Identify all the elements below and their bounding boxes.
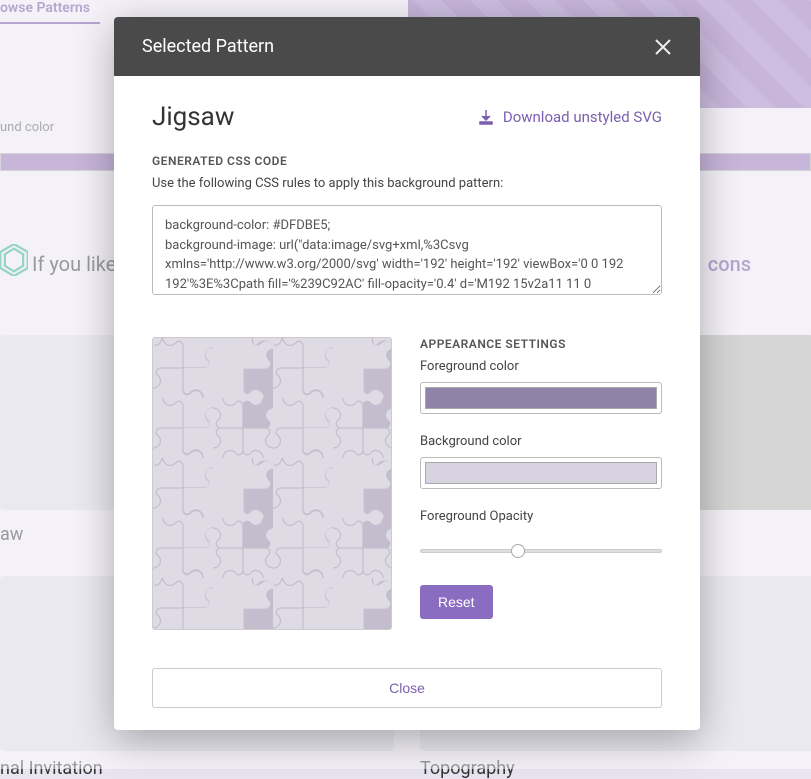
selected-pattern-modal: Selected Pattern Jigsaw Download unstyle… [114, 17, 700, 730]
bg-color-picker[interactable] [420, 457, 662, 489]
generated-css-label: GENERATED CSS CODE [152, 154, 662, 168]
bg-color-swatch [425, 462, 657, 484]
fg-color-picker[interactable] [420, 382, 662, 414]
close-button[interactable]: Close [152, 668, 662, 708]
opacity-slider[interactable] [420, 549, 662, 553]
appearance-label: APPEARANCE SETTINGS [420, 337, 662, 351]
css-code-textarea[interactable] [152, 205, 662, 295]
modal-title: Selected Pattern [142, 36, 274, 57]
fg-color-swatch [425, 387, 657, 409]
bg-color-label: Background color [420, 434, 662, 449]
pattern-name: Jigsaw [152, 102, 234, 132]
css-hint: Use the following CSS rules to apply thi… [152, 176, 662, 191]
pattern-preview [152, 337, 392, 630]
download-svg-link[interactable]: Download unstyled SVG [477, 108, 662, 126]
modal-body: Jigsaw Download unstyled SVG GENERATED C… [114, 76, 700, 730]
modal-header: Selected Pattern [114, 17, 700, 76]
appearance-controls: APPEARANCE SETTINGS Foreground color Bac… [420, 337, 662, 630]
fg-color-label: Foreground color [420, 359, 662, 374]
download-icon [477, 108, 495, 126]
close-icon[interactable] [654, 38, 672, 56]
reset-button[interactable]: Reset [420, 585, 493, 619]
opacity-label: Foreground Opacity [420, 509, 662, 524]
download-label: Download unstyled SVG [503, 108, 662, 126]
